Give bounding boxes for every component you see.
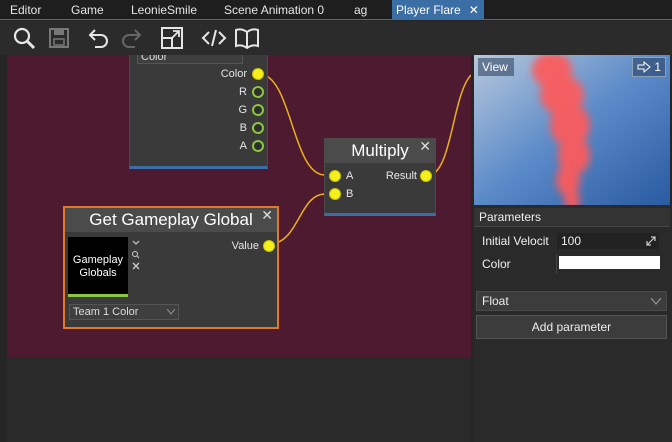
left-strip <box>0 55 7 442</box>
team-color-dropdown-value: Team 1 Color <box>73 306 139 318</box>
multiply-node-title: Multiply ✕ <box>325 137 435 163</box>
pin-label-r: R <box>239 86 247 98</box>
tab-game[interactable]: Game <box>71 0 104 20</box>
pin-label-result: Result <box>385 170 417 182</box>
color-swatch[interactable] <box>559 256 660 269</box>
input-pin-a[interactable] <box>329 170 341 182</box>
tab-player-flare[interactable]: Player Flare ✕ <box>392 0 484 20</box>
graph-canvas[interactable]: Color Color R G B A Multiply ✕ A B Resul… <box>7 55 471 357</box>
arrow-right-icon <box>637 61 651 73</box>
tab-scene-animation[interactable]: Scene Animation 0 <box>224 0 324 20</box>
redo-icon[interactable] <box>118 24 146 52</box>
chevron-down-icon <box>132 240 140 245</box>
tab-ag[interactable]: ag <box>354 0 367 20</box>
thumbnail-line1: Gameplay <box>72 254 124 266</box>
close-icon[interactable]: ✕ <box>419 137 431 155</box>
divider <box>556 254 557 274</box>
color-node-dropdown-value: Color <box>141 55 168 63</box>
parameter-label: Color <box>482 257 511 271</box>
output-pin-value[interactable] <box>263 240 275 252</box>
search-icon <box>132 251 138 257</box>
get-gameplay-global-node[interactable]: Get Gameplay Global ✕ Gameplay Globals V… <box>63 206 279 329</box>
color-node[interactable]: Color Color R G B A <box>129 55 268 169</box>
parameters-header: Parameters <box>474 208 670 227</box>
get-global-node-title: Get Gameplay Global ✕ <box>65 206 277 232</box>
initial-velocity-field[interactable]: 100 <box>556 232 660 250</box>
tab-editor[interactable]: Editor <box>10 0 41 20</box>
canvas-lower-area <box>7 357 471 442</box>
pin-label-b: B <box>239 122 247 134</box>
add-parameter-button[interactable]: Add parameter <box>476 315 667 339</box>
output-pin-color[interactable] <box>252 68 264 80</box>
tab-player-flare-label: Player Flare <box>396 3 461 17</box>
chevron-down-icon <box>651 298 661 305</box>
chevron-down-icon <box>167 309 175 315</box>
multiply-node[interactable]: Multiply ✕ A B Result <box>324 138 436 216</box>
preview-render <box>474 55 670 205</box>
docs-icon[interactable] <box>233 24 261 52</box>
parameter-row-color: Color <box>476 253 668 275</box>
team-color-dropdown[interactable]: Team 1 Color <box>69 304 179 320</box>
close-icon <box>132 262 140 270</box>
output-pin-g[interactable] <box>252 104 264 116</box>
output-pin-r[interactable] <box>252 86 264 98</box>
output-pin-result[interactable] <box>420 170 432 182</box>
preview-viewport[interactable] <box>474 55 670 205</box>
thumbnail-line2: Globals <box>79 267 117 279</box>
pin-label-value: Value <box>231 240 259 252</box>
output-pin-b[interactable] <box>252 122 264 134</box>
toolbar <box>0 21 672 55</box>
pin-label-a: A <box>346 170 354 182</box>
tab-leoniesmile[interactable]: LeonieSmile <box>131 0 197 20</box>
parameter-row-initial-velocity: Initial Velocit 100 <box>476 230 668 252</box>
parameter-label: Initial Velocit <box>482 234 549 248</box>
tab-bar: Editor Game LeonieSmile Scene Animation … <box>0 0 672 20</box>
tab-close-icon[interactable]: ✕ <box>469 3 479 17</box>
preview-view-label[interactable]: View <box>478 58 514 76</box>
preview-badge-count: 1 <box>654 60 661 74</box>
expand-icon[interactable] <box>646 236 656 246</box>
color-node-dropdown[interactable]: Color <box>137 55 243 64</box>
preview-instance-badge[interactable]: 1 <box>632 57 666 77</box>
save-icon[interactable] <box>45 24 73 52</box>
close-icon[interactable]: ✕ <box>261 206 273 224</box>
gameplay-globals-thumbnail: Gameplay Globals <box>68 237 128 297</box>
parameter-type-select[interactable]: Float <box>476 291 667 311</box>
code-icon[interactable] <box>200 24 228 52</box>
pin-label-g: G <box>238 104 247 116</box>
pin-label-color: Color <box>220 68 247 80</box>
search-icon[interactable] <box>10 24 38 52</box>
get-global-title-text: Get Gameplay Global <box>89 210 253 229</box>
undo-icon[interactable] <box>84 24 112 52</box>
multiply-title-text: Multiply <box>351 141 409 160</box>
pin-label-a: A <box>239 140 247 152</box>
initial-velocity-value: 100 <box>561 234 582 248</box>
pin-label-b: B <box>346 188 354 200</box>
output-pin-a[interactable] <box>252 140 264 152</box>
parameter-type-value: Float <box>482 294 509 308</box>
thumbnail-tools <box>132 240 140 270</box>
input-pin-b[interactable] <box>329 188 341 200</box>
fit-view-icon[interactable] <box>158 24 186 52</box>
